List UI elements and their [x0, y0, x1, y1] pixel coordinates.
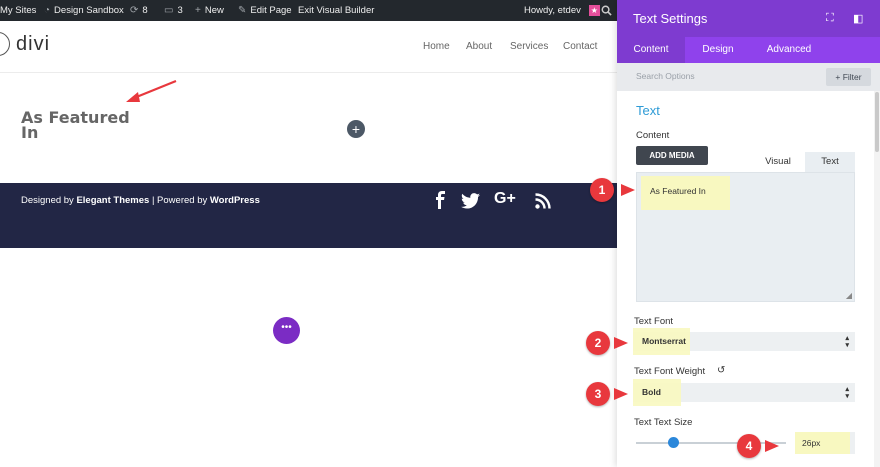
featured-line-2: In [21, 123, 39, 142]
annotation-pointer [765, 440, 779, 452]
filter-button[interactable]: + Filter [826, 68, 871, 86]
panel-body: Text Content ADD MEDIA Visual Text As Fe… [617, 91, 880, 467]
text-size-slider-handle[interactable] [668, 437, 679, 448]
facebook-icon[interactable] [434, 191, 446, 209]
featured-heading[interactable]: As Featured In [21, 110, 130, 142]
nav-home[interactable]: Home [423, 41, 450, 52]
text-font-select[interactable]: Montserrat ▴ ▾ [633, 328, 855, 355]
builder-options-button[interactable]: ••• [273, 317, 300, 344]
admin-search-button[interactable] [601, 0, 612, 21]
wordpress-link[interactable]: WordPress [210, 195, 260, 206]
annotation-pointer [614, 337, 628, 349]
annotation-badge-2: 2 [586, 331, 610, 355]
editor-tab-text[interactable]: Text [805, 152, 855, 172]
comments-link[interactable]: ▭ 3 [164, 0, 183, 21]
annotation-arrow-icon [126, 79, 177, 102]
search-options-input[interactable]: Search Options [636, 71, 695, 81]
tab-content[interactable]: Content [617, 37, 685, 63]
avatar: ★ [588, 5, 600, 16]
logo-mark [0, 32, 10, 56]
site-logo[interactable]: divi [0, 32, 50, 56]
annotation-badge-3: 3 [586, 382, 610, 406]
designed-by-text: Designed by [21, 195, 74, 206]
panel-header: Text Settings ⛶ ◧ [617, 0, 880, 37]
panel-tabs: Content Design Advanced [617, 37, 880, 63]
comments-count: 3 [177, 5, 183, 16]
text-settings-panel: Text Settings ⛶ ◧ Content Design Advance… [617, 0, 880, 467]
editor-content: As Featured In [641, 176, 730, 210]
logo-text: divi [16, 32, 51, 55]
text-size-slider-track[interactable] [636, 442, 786, 444]
account-menu[interactable]: Howdy, etdev ★ [524, 0, 600, 21]
dashboard-icon: ◔ [44, 5, 51, 16]
updates-link[interactable]: ⟳ 8 [130, 0, 148, 21]
search-icon [601, 5, 612, 16]
pencil-icon: ✎ [238, 5, 247, 16]
updates-icon: ⟳ [130, 5, 139, 16]
updates-count: 8 [142, 5, 148, 16]
site-header: divi Home About Services Contact [0, 21, 617, 73]
annotation-pointer [621, 184, 635, 196]
annotation-pointer [614, 388, 628, 400]
edit-page-link[interactable]: ✎ Edit Page [238, 0, 292, 21]
howdy-label: Howdy, etdev [524, 5, 581, 16]
site-name-link[interactable]: ◔ Design Sandbox [44, 0, 124, 21]
text-size-input[interactable]: 26px [795, 432, 855, 454]
search-options-bar: Search Options + Filter [617, 63, 880, 91]
new-label: New [204, 5, 224, 16]
google-plus-icon[interactable]: G+ [494, 190, 516, 208]
tab-design[interactable]: Design [685, 37, 751, 63]
exit-visual-builder-link[interactable]: Exit Visual Builder [298, 0, 374, 21]
content-editor[interactable]: As Featured In ◢ [636, 172, 855, 302]
panel-scrollbar-thumb[interactable] [875, 92, 879, 152]
exit-builder-label: Exit Visual Builder [298, 5, 375, 16]
my-sites-label: My Sites [0, 5, 37, 16]
resize-grip-icon[interactable]: ◢ [846, 291, 852, 300]
panel-title: Text Settings [633, 11, 708, 26]
section-title-text[interactable]: Text [636, 103, 660, 118]
new-content-link[interactable]: + New [195, 0, 224, 21]
reset-icon[interactable]: ↺ [717, 365, 725, 376]
sidebar-toggle-icon[interactable]: ◧ [853, 12, 863, 25]
annotation-badge-1: 1 [590, 178, 614, 202]
nav-contact[interactable]: Contact [563, 41, 597, 52]
editor-tab-visual[interactable]: Visual [751, 152, 805, 172]
select-arrows-icon: ▴ ▾ [845, 335, 849, 349]
font-weight-select[interactable]: Bold ▴ ▾ [633, 379, 855, 406]
rss-icon[interactable] [535, 193, 551, 209]
site-footer: Designed by Elegant Themes | Powered by … [0, 183, 617, 248]
footer-credits: Designed by Elegant Themes | Powered by … [21, 195, 260, 206]
site-name-label: Design Sandbox [54, 5, 124, 16]
text-size-value: 26px [795, 432, 850, 454]
text-size-label: Text Text Size [634, 417, 693, 428]
select-arrows-icon: ▴ ▾ [845, 386, 849, 400]
powered-by-text: | Powered by [151, 195, 208, 206]
text-font-label: Text Font [634, 316, 674, 327]
edit-page-label: Edit Page [250, 5, 292, 16]
font-weight-value: Bold [642, 387, 661, 397]
content-label: Content [636, 130, 670, 141]
twitter-icon[interactable] [461, 193, 480, 209]
annotation-badge-4: 4 [737, 434, 761, 458]
nav-services[interactable]: Services [510, 41, 548, 52]
add-media-button[interactable]: ADD MEDIA [636, 146, 708, 165]
elegant-themes-link[interactable]: Elegant Themes [76, 195, 149, 206]
nav-about[interactable]: About [466, 41, 492, 52]
plus-icon: + [195, 5, 201, 16]
text-font-value: Montserrat [642, 336, 686, 346]
tab-advanced[interactable]: Advanced [751, 37, 827, 63]
my-sites-link[interactable]: My Sites [0, 0, 36, 21]
comment-icon: ▭ [164, 5, 174, 16]
add-module-button[interactable]: + [347, 120, 365, 138]
font-weight-label: Text Font Weight [634, 366, 706, 377]
fullscreen-icon[interactable]: ⛶ [826, 12, 834, 25]
